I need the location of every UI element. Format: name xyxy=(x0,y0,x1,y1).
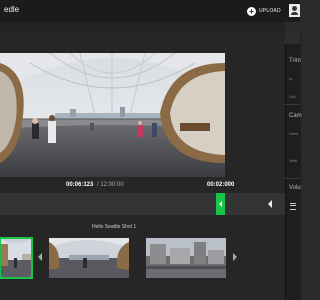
trim-out-label: Out xyxy=(289,94,296,99)
shot-thumbnail[interactable] xyxy=(0,237,33,279)
plus-icon: + xyxy=(247,6,256,16)
panel-divider xyxy=(285,178,300,179)
timeline-collapse-icon[interactable] xyxy=(268,200,272,208)
current-time: 00:06:123 xyxy=(66,182,94,188)
panel-divider xyxy=(285,104,300,105)
trim-in-label: In xyxy=(289,76,293,81)
app-title: edle xyxy=(4,5,20,14)
camera-section-title: Cam xyxy=(289,113,302,119)
settings-panel-header xyxy=(285,33,300,44)
upload-label: UPLOAD xyxy=(259,8,281,14)
account-icon[interactable] xyxy=(289,4,300,17)
upload-button[interactable]: + UPLOAD xyxy=(247,4,281,18)
next-shot-icon[interactable] xyxy=(233,253,237,261)
secondary-bar xyxy=(0,22,285,33)
menu-icon[interactable] xyxy=(290,203,296,210)
timeline-track[interactable] xyxy=(0,193,285,215)
panorama-frame xyxy=(0,53,225,177)
settings-panel xyxy=(285,33,301,300)
shot-thumbnail[interactable] xyxy=(146,238,226,278)
clip-duration: 00:02:000 xyxy=(207,182,235,188)
video-preview[interactable] xyxy=(0,53,225,177)
previous-shot-icon[interactable] xyxy=(38,253,42,261)
horizontal-label: Horiz xyxy=(289,131,299,136)
shot-label: Hello Seattle Shot 1 xyxy=(92,224,137,230)
vertical-label: Verti xyxy=(289,158,298,163)
shot-thumbnail[interactable] xyxy=(49,238,129,278)
trim-handle[interactable] xyxy=(216,193,225,215)
volume-section-title: Volu xyxy=(289,185,301,191)
trim-section-title: Trim xyxy=(289,58,301,64)
total-time: / 12:00:00 xyxy=(97,182,124,188)
